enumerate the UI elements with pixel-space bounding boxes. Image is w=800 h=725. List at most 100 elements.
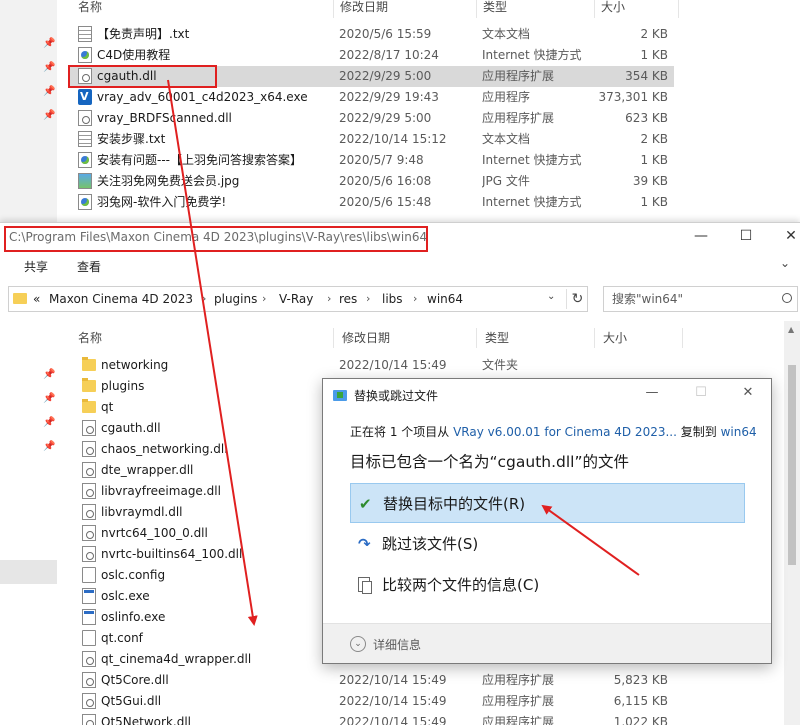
file-name: nvrtc-builtins64_100.dll (82, 544, 340, 565)
file-name-label: Qt5Gui.dll (101, 694, 162, 708)
column-header-name[interactable]: 名称 (72, 0, 334, 18)
file-row[interactable]: 关注羽免网免费送会员.jpg 2020/5/6 16:08 JPG 文件 39 KB (68, 171, 674, 192)
file-name: qt.conf (82, 628, 340, 649)
file-row[interactable]: C4D使用教程 2022/8/17 10:24 Internet 快捷方式 1 KB (68, 45, 674, 66)
column-header-date[interactable]: 修改日期 (334, 328, 477, 348)
file-row[interactable]: networking 2022/10/14 15:49 文件夹 (68, 355, 678, 376)
minimize-icon[interactable]: — (640, 385, 664, 400)
chevron-right-icon[interactable]: › (202, 292, 206, 305)
file-name-label: C4D使用教程 (97, 48, 171, 62)
file-type: 文本文档 (482, 27, 531, 41)
pin-icon[interactable]: 📌 (43, 369, 55, 380)
chevron-right-icon[interactable]: › (366, 292, 370, 305)
file-row[interactable]: vray_adv_60001_c4d2023_x64.exe 2022/9/29 … (68, 87, 674, 108)
column-header-date[interactable]: 修改日期 (334, 0, 477, 18)
pin-icon[interactable]: 📌 (43, 393, 55, 404)
conflict-heading: 目标已包含一个名为“cgauth.dll”的文件 (350, 453, 630, 471)
search-icon[interactable] (782, 293, 792, 303)
column-header-size[interactable]: 大小 (595, 328, 683, 348)
address-bar[interactable]: « Maxon Cinema 4D 2023 › plugins › V-Ray… (8, 286, 588, 312)
breadcrumb-item[interactable]: win64 (427, 292, 463, 306)
title-bar[interactable]: C:\Program Files\Maxon Cinema 4D 2023\pl… (0, 223, 800, 253)
file-name: networking (82, 355, 340, 376)
maximize-icon[interactable]: ☐ (734, 228, 758, 244)
dll-file-icon (82, 713, 96, 725)
destination-folder-link[interactable]: win64 (721, 425, 757, 439)
file-name: libvrayfreeimage.dll (82, 481, 340, 502)
navigation-pane (0, 321, 57, 725)
pin-icon[interactable]: 📌 (43, 86, 55, 97)
file-name-label: 关注羽免网免费送会员.jpg (97, 174, 240, 188)
column-header-type[interactable]: 类型 (477, 328, 595, 348)
nav-selected-item[interactable] (0, 560, 57, 584)
file-row[interactable]: cgauth.dll 2022/9/29 5:00 应用程序扩展 354 KB (68, 66, 674, 87)
close-icon[interactable]: ✕ (779, 228, 800, 244)
source-folder-link[interactable]: VRay v6.00.01 for Cinema 4D 2023... (453, 425, 677, 439)
breadcrumb-item[interactable]: res (339, 292, 357, 306)
file-name-label: 【免责声明】.txt (97, 27, 190, 41)
chevron-right-icon[interactable]: › (262, 292, 266, 305)
more-details-toggle[interactable]: 详细信息 (373, 636, 421, 653)
column-header-name[interactable]: 名称 (70, 328, 334, 348)
compare-files-option[interactable]: 比较两个文件的信息(C) (350, 565, 745, 605)
column-header-type[interactable]: 类型 (477, 0, 595, 18)
file-row[interactable]: Qt5Core.dll 2022/10/14 15:49 应用程序扩展 5,823 K… (68, 670, 678, 691)
replace-file-option[interactable]: ✔ 替换目标中的文件(R) (350, 483, 745, 523)
file-date: 2022/9/29 19:43 (339, 90, 439, 104)
file-name-label: nvrtc64_100_0.dll (101, 526, 208, 540)
file-name-label: 安装步骤.txt (97, 132, 166, 146)
file-name-label: vray_BRDFScanned.dll (97, 111, 232, 125)
config-file-icon (82, 566, 96, 583)
file-row[interactable]: 安装步骤.txt 2022/10/14 15:12 文本文档 2 KB (68, 129, 674, 150)
breadcrumb-item[interactable]: libs (382, 292, 403, 306)
breadcrumb-item[interactable]: plugins (214, 292, 257, 306)
image-file-icon (78, 172, 92, 189)
compare-files-label: 比较两个文件的信息(C) (382, 576, 540, 594)
file-name-label: oslc.exe (101, 589, 150, 603)
breadcrumb-item[interactable]: V-Ray (279, 292, 313, 306)
file-date: 2022/9/29 5:00 (339, 69, 432, 83)
tab-share[interactable]: 共享 (24, 258, 48, 275)
replace-file-label: 替换目标中的文件(R) (383, 495, 526, 513)
chevron-down-icon[interactable]: ⌄ (547, 291, 555, 302)
breadcrumb-overflow[interactable]: « (33, 292, 40, 306)
close-icon[interactable]: ✕ (736, 385, 760, 400)
pin-icon[interactable]: 📌 (43, 38, 55, 49)
file-size: 1 KB (640, 195, 668, 209)
file-row[interactable]: Qt5Network.dll 2022/10/14 15:49 应用程序扩展 1,02… (68, 712, 678, 725)
file-size: 5,823 KB (613, 673, 668, 687)
file-name: Qt5Core.dll (82, 670, 340, 691)
exe-file-icon (82, 587, 96, 604)
chevron-down-icon[interactable]: ⌄ (780, 256, 790, 270)
file-name-label: Qt5Core.dll (101, 673, 169, 687)
file-row[interactable]: 羽兔网-软件入门免费学! 2020/5/6 15:48 Internet 快捷方式 1… (68, 192, 674, 213)
pin-icon[interactable]: 📌 (43, 441, 55, 452)
chevron-down-icon[interactable]: ⌄ (350, 636, 366, 652)
file-name: qt_cinema4d_wrapper.dll (82, 649, 340, 670)
dll-file-icon (82, 419, 96, 436)
chevron-right-icon[interactable]: › (413, 292, 417, 305)
breadcrumb-item[interactable]: Maxon Cinema 4D 2023 (49, 292, 193, 306)
column-header-size[interactable]: 大小 (595, 0, 679, 18)
scroll-up-icon[interactable]: ▲ (788, 325, 794, 334)
folder-icon (82, 399, 96, 413)
chevron-right-icon[interactable]: › (327, 292, 331, 305)
dll-file-icon (82, 650, 96, 667)
search-input[interactable]: 搜索"win64" (603, 286, 798, 312)
file-name-label: qt_cinema4d_wrapper.dll (101, 652, 252, 666)
scrollbar-thumb[interactable] (788, 365, 796, 565)
pin-icon[interactable]: 📌 (43, 417, 55, 428)
refresh-icon[interactable]: ↻ (566, 289, 588, 309)
vertical-scrollbar[interactable]: ▲ (784, 321, 800, 725)
tab-view[interactable]: 查看 (77, 258, 101, 275)
compare-files-icon (358, 577, 372, 594)
file-row[interactable]: vray_BRDFScanned.dll 2022/9/29 5:00 应用程序扩展… (68, 108, 674, 129)
file-row[interactable]: Qt5Gui.dll 2022/10/14 15:49 应用程序扩展 6,115 KB (68, 691, 678, 712)
file-row[interactable]: 安装有问题---【上羽免问答搜索答案】 2020/5/7 9:48 Internet… (68, 150, 674, 171)
file-name: cgauth.dll (78, 66, 340, 87)
minimize-icon[interactable]: — (689, 228, 713, 244)
pin-icon[interactable]: 📌 (43, 62, 55, 73)
skip-file-option[interactable]: ↷ 跳过该文件(S) (350, 524, 745, 564)
pin-icon[interactable]: 📌 (43, 110, 55, 121)
file-row[interactable]: 【免责声明】.txt 2020/5/6 15:59 文本文档 2 KB (68, 24, 674, 45)
